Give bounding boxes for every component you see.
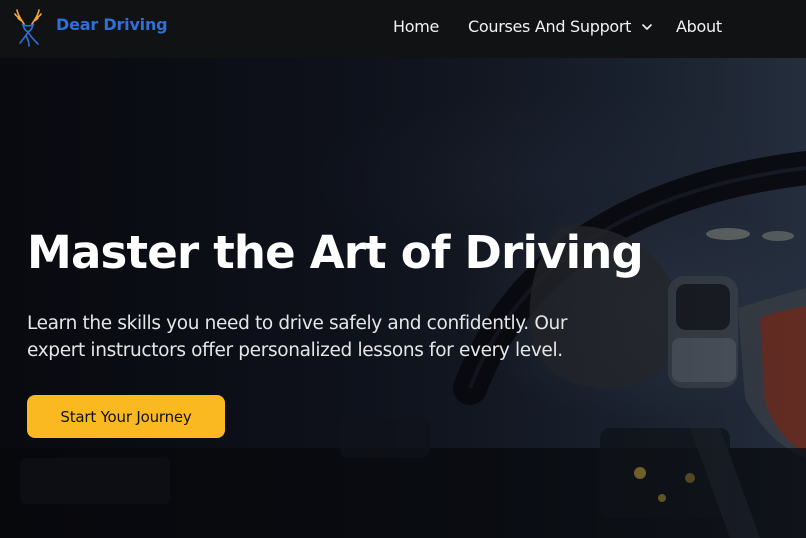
nav-about-link[interactable]: About [676,17,722,36]
chevron-down-icon [642,24,652,30]
hero-title: Master the Art of Driving [27,226,644,279]
hero-section: Master the Art of Driving Learn the skil… [0,58,806,538]
nav-courses-label: Courses And Support [468,17,632,36]
nav-home-link[interactable]: Home [393,17,439,36]
brand-logo[interactable]: Dear Driving [14,6,168,50]
hero-overlay [0,58,806,538]
start-journey-button[interactable]: Start Your Journey [27,395,225,438]
navbar: Dear Driving Home Courses And Support Ab… [0,0,806,58]
deer-head-icon [14,9,42,47]
hero-subtitle: Learn the skills you need to drive safel… [27,313,568,361]
brand-name: Dear Driving [56,15,168,34]
nav-courses-dropdown[interactable]: Courses And Support [468,17,653,36]
